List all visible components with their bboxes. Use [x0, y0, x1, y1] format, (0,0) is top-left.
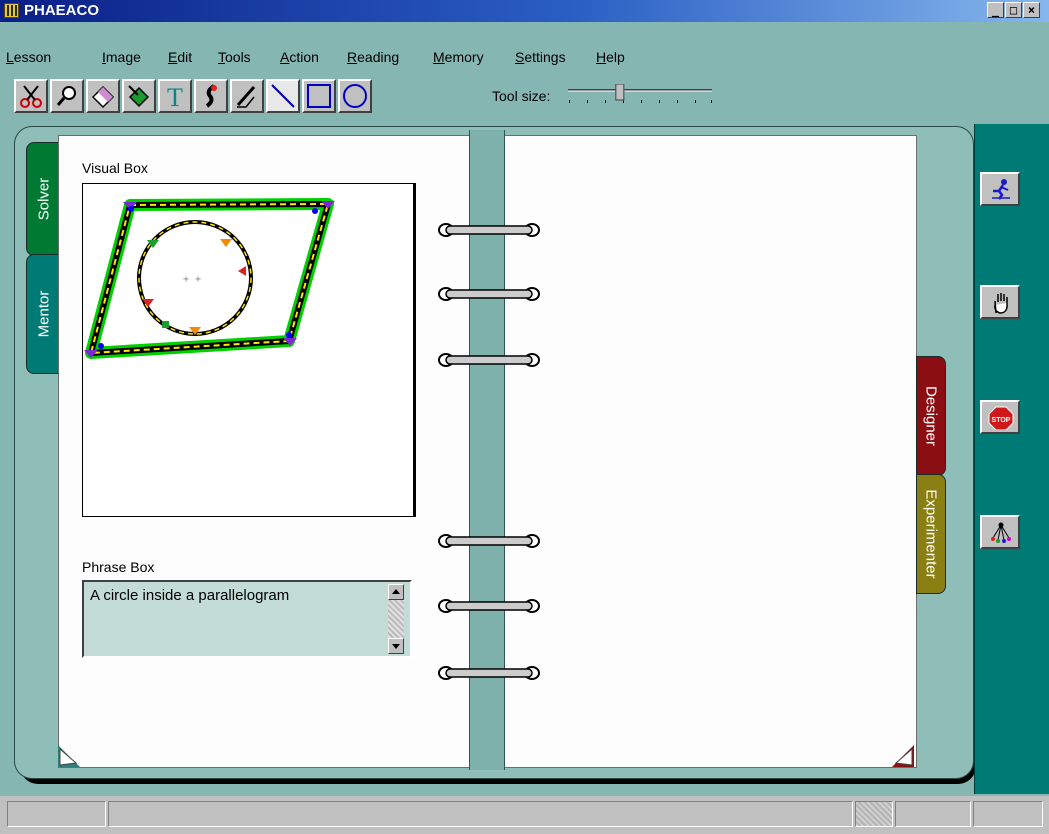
arrow-down-icon [392, 644, 400, 649]
run-icon [992, 179, 1010, 200]
scroll-up-button[interactable] [388, 584, 404, 600]
ellipse-tool[interactable] [338, 79, 372, 113]
menu-image[interactable]: Image [102, 49, 141, 65]
binder-ring [438, 599, 540, 613]
phrase-scrollbar[interactable] [388, 584, 404, 654]
arrow-up-icon [392, 589, 400, 594]
visual-box-label: Visual Box [82, 160, 148, 176]
menu-memory[interactable]: Memory [433, 49, 484, 65]
eraser-tool[interactable] [86, 79, 120, 113]
slider-thumb[interactable] [615, 84, 625, 101]
minimize-button[interactable]: _ [987, 2, 1004, 18]
page-curl-left[interactable] [58, 745, 80, 767]
rectangle-tool[interactable] [302, 79, 336, 113]
status-panel [895, 801, 971, 827]
binder-ring [438, 353, 540, 367]
tab-designer[interactable]: Designer [916, 356, 946, 476]
rectangle-icon [307, 84, 331, 108]
brush-icon [205, 84, 217, 108]
window-title: PHAEACO [24, 2, 100, 19]
menu-settings[interactable]: Settings [515, 49, 566, 65]
scissors-tool[interactable] [14, 79, 48, 113]
network-icon [991, 522, 1011, 543]
binder-ring [438, 666, 540, 680]
text-icon: T [167, 83, 183, 109]
phrase-box[interactable]: A circle inside a parallelogram [82, 580, 412, 658]
run-button[interactable] [980, 172, 1020, 206]
control-panel [974, 124, 1049, 794]
network-button[interactable] [980, 515, 1020, 549]
brush-tool[interactable] [194, 79, 228, 113]
binder-ring [438, 287, 540, 301]
visual-drawing: + + [84, 198, 335, 359]
magnifier-icon [56, 86, 76, 106]
tool-size-label: Tool size: [492, 88, 551, 104]
magnifier-tool[interactable] [50, 79, 84, 113]
menu-bar: Lesson Image Edit Tools Action Reading M… [0, 43, 1049, 69]
pencil-tool[interactable] [230, 79, 264, 113]
tab-mentor[interactable]: Mentor [26, 254, 62, 374]
svg-text:+ +: + + [183, 274, 201, 285]
page-curl-right[interactable] [892, 745, 914, 767]
line-tool[interactable] [266, 79, 300, 113]
stop-button[interactable]: STOP [980, 400, 1020, 434]
phrase-text[interactable]: A circle inside a parallelogram [90, 587, 289, 604]
line-icon [271, 84, 295, 108]
ellipse-icon [343, 84, 367, 108]
visual-box[interactable]: + + [82, 183, 416, 517]
binder-ring [438, 223, 540, 237]
eraser-icon [91, 85, 115, 109]
title-bar [0, 0, 1049, 22]
status-panel [973, 801, 1043, 827]
pencil-icon [236, 86, 256, 108]
text-tool[interactable]: T [158, 79, 192, 113]
maximize-button[interactable]: □ [1005, 2, 1022, 18]
menu-tools[interactable]: Tools [218, 49, 251, 65]
phrase-box-label: Phrase Box [82, 559, 155, 575]
status-panel [108, 801, 853, 827]
tab-experimenter[interactable]: Experimenter [916, 474, 946, 594]
scroll-down-button[interactable] [388, 638, 404, 654]
svg-text:T: T [167, 83, 183, 109]
app-icon[interactable] [4, 3, 19, 18]
menu-help[interactable]: Help [596, 49, 625, 65]
menu-lesson[interactable]: Lesson [6, 49, 51, 65]
status-panel [855, 801, 893, 827]
hand-icon [994, 293, 1008, 314]
svg-text:STOP: STOP [992, 417, 1011, 424]
fill-icon [128, 85, 150, 108]
menu-edit[interactable]: Edit [168, 49, 192, 65]
tab-solver[interactable]: Solver [26, 142, 62, 256]
right-page [504, 135, 917, 768]
menu-action[interactable]: Action [280, 49, 319, 65]
status-panel [7, 801, 106, 827]
menu-reading[interactable]: Reading [347, 49, 399, 65]
scissors-icon [20, 85, 42, 108]
binder-ring [438, 534, 540, 548]
close-button[interactable]: × [1023, 2, 1040, 18]
stop-icon: STOP [988, 406, 1014, 430]
slider-ticks [569, 100, 712, 103]
tool-size-slider[interactable] [565, 84, 715, 106]
fill-tool[interactable] [122, 79, 156, 113]
hand-button[interactable] [980, 285, 1020, 319]
